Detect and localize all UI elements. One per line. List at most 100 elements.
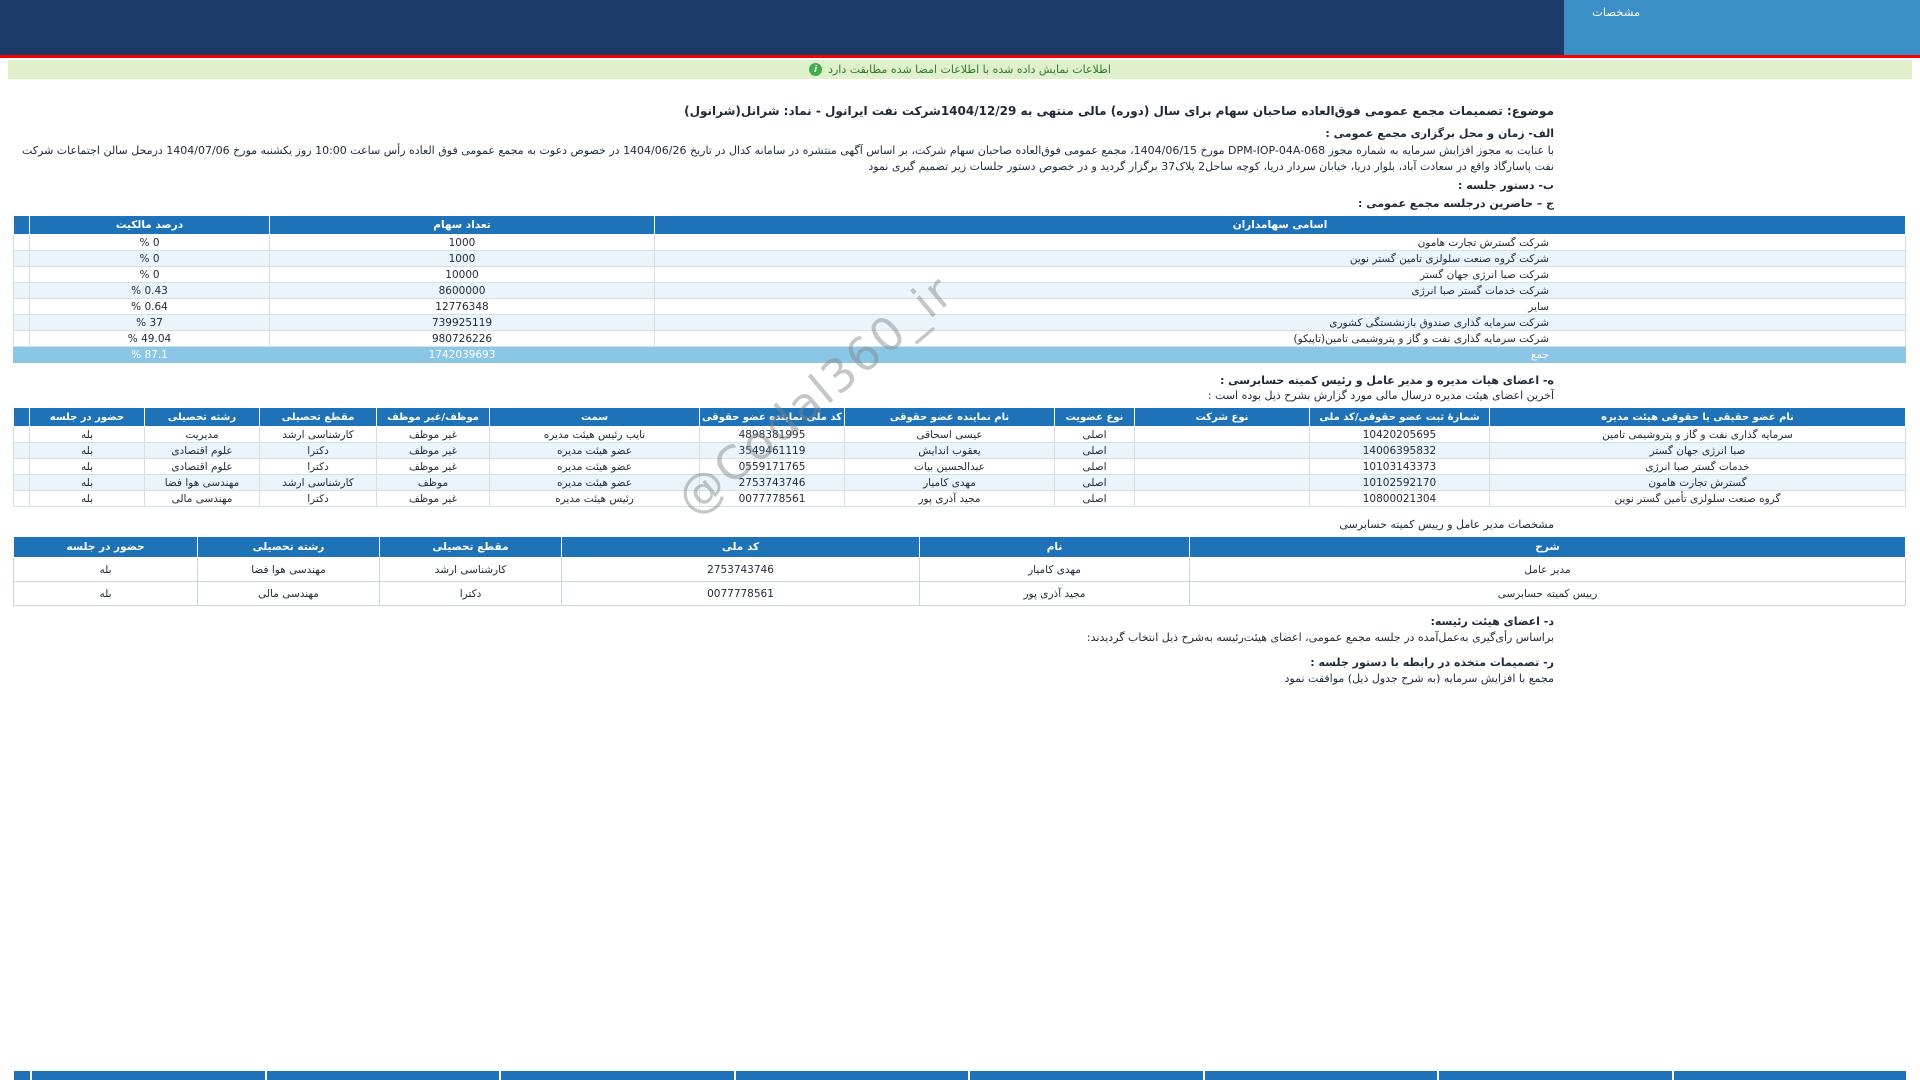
col-name: نام: [919, 536, 1190, 558]
report-subject: موضوع: تصمیمات مجمع عمومی فوق‌العاده صاح…: [684, 104, 1554, 118]
executive-status: موظف: [376, 474, 490, 491]
share-count: 739925119: [269, 314, 655, 331]
shareholder-name: شرکت سرمایه گذاری صندوق بازنشستگی کشوری: [654, 314, 1906, 331]
col-share-count: تعداد سهام: [269, 215, 655, 235]
share-count: 1000: [269, 234, 655, 251]
col-attendance: حضور در جلسه: [13, 536, 198, 558]
spacer-cell: [13, 234, 30, 251]
degree-level: کارشناسی ارشد: [259, 426, 377, 443]
share-count: 10000: [269, 266, 655, 283]
ceo-audit-chief-table: شرح نام کد ملی مقطع تحصیلی رشته تحصیلی ح…: [13, 536, 1906, 606]
total-share-count: 1742039693: [269, 346, 655, 363]
representative-name: مجید آذری پور: [844, 490, 1055, 507]
ownership-percent: 0.43 %: [29, 282, 270, 299]
col-shareholder-names: اسامی سهامداران: [654, 215, 1906, 235]
col-position: سمت: [489, 407, 700, 427]
board-header-row: نام عضو حقیقی یا حقوقی هیئت مدیره شمارۀ …: [13, 407, 1906, 427]
section-r-title: ر- تصمیمات متخذه در رابطه با دستور جلسه …: [1310, 656, 1554, 669]
ceo-table-row: رییس کمیته حسابرسی مجید آذری پور 0077778…: [13, 581, 1906, 606]
partial-header-cell: [266, 1071, 499, 1080]
executive-status: غیر موظف: [376, 458, 490, 475]
ceo-table-header-row: شرح نام کد ملی مقطع تحصیلی رشته تحصیلی ح…: [13, 536, 1906, 558]
col-description: شرح: [1189, 536, 1906, 558]
representative-national-id: 0077778561: [699, 490, 845, 507]
ownership-percent: 37 %: [29, 314, 270, 331]
spacer-col: [13, 407, 30, 427]
degree-level: کارشناسی ارشد: [379, 557, 562, 582]
shareholder-name: شرکت گروه صنعت سلولزی تامین گستر نوین: [654, 250, 1906, 267]
partial-header-cell: [1673, 1071, 1906, 1080]
shareholder-row: شرکت سرمایه گذاری صندوق بازنشستگی کشوری …: [13, 314, 1906, 331]
attendance: بله: [29, 426, 145, 443]
membership-type: اصلی: [1054, 474, 1135, 491]
membership-type: اصلی: [1054, 426, 1135, 443]
col-field-of-study: رشته تحصیلی: [197, 536, 380, 558]
membership-type: اصلی: [1054, 442, 1135, 459]
representative-name: عبدالحسین بیات: [844, 458, 1055, 475]
attendance: بله: [29, 458, 145, 475]
spacer-cell: [13, 426, 30, 443]
col-membership-type: نوع عضویت: [1054, 407, 1135, 427]
report-body: موضوع: تصمیمات مجمع عمومی فوق‌العاده صاح…: [0, 79, 1920, 687]
share-count: 980726226: [269, 330, 655, 347]
partial-header-cell: [735, 1071, 968, 1080]
executive-status: غیر موظف: [376, 442, 490, 459]
field-of-study: مدیریت: [144, 426, 260, 443]
tab-specifications[interactable]: مشخصات: [1592, 5, 1640, 19]
share-count: 12776348: [269, 298, 655, 315]
board-member-row: صبا انرژی جهان گستر 14006395832 اصلی یعق…: [13, 442, 1906, 459]
shareholder-name: شرکت صبا انرژی جهان گستر: [654, 266, 1906, 283]
name: مهدی کامیار: [919, 557, 1190, 582]
name: مجید آذری پور: [919, 581, 1190, 606]
share-count: 1000: [269, 250, 655, 267]
shareholder-row: شرکت صبا انرژی جهان گستر 10000 0 %: [13, 266, 1906, 283]
ownership-percent: 49.04 %: [29, 330, 270, 347]
col-executive-status: موظف/غیر موظف: [376, 407, 490, 427]
shareholder-name: سایر: [654, 298, 1906, 315]
shareholder-name: شرکت خدمات گستر صبا انرژی: [654, 282, 1906, 299]
total-label: جمع: [654, 346, 1906, 363]
section-d-title: د- اعضای هیئت رئیسه:: [1430, 615, 1554, 628]
ownership-percent: 0.64 %: [29, 298, 270, 315]
member-name: گسترش تجارت هامون: [1489, 474, 1906, 491]
shareholder-name: شرکت سرمایه گذاری نفت و گاز و پتروشیمی ت…: [654, 330, 1906, 347]
degree-level: دکترا: [259, 442, 377, 459]
section-a-body: با عنایت به مجوز افزایش سرمایه به شماره …: [21, 144, 1554, 173]
field-of-study: مهندسی مالی: [197, 581, 380, 606]
section-r-body: مجمع با افزایش سرمایه (به شرح جدول ذیل) …: [1284, 672, 1554, 685]
col-registration-number: شمارۀ ثبت عضو حقوقی/کد ملی: [1309, 407, 1490, 427]
shareholder-row: شرکت گسترش تجارت هامون 1000 0 %: [13, 234, 1906, 251]
codal-report-page: مشخصات اطلاعات نمایش داده شده با اطلاعات…: [0, 0, 1920, 1080]
col-representative-name: نام نماینده عضو حقوقی: [844, 407, 1055, 427]
spacer-col: [13, 215, 30, 235]
partial-header-spacer-cell: [14, 1071, 30, 1080]
degree-level: دکترا: [379, 581, 562, 606]
col-attendance: حضور در جلسه: [29, 407, 145, 427]
attendance: بله: [29, 474, 145, 491]
description: مدیر عامل: [1189, 557, 1906, 582]
membership-type: اصلی: [1054, 490, 1135, 507]
shareholders-total-row: جمع 1742039693 87.1 %: [13, 346, 1906, 363]
spacer-cell: [13, 458, 30, 475]
col-ownership-percent: درصد مالکیت: [29, 215, 270, 235]
board-member-row: سرمایه گذاری نفت و گاز و پتروشیمی تامین …: [13, 426, 1906, 443]
degree-level: کارشناسی ارشد: [259, 474, 377, 491]
registration-number: 14006395832: [1309, 442, 1490, 459]
description: رییس کمیته حسابرسی: [1189, 581, 1906, 606]
info-icon: i: [809, 63, 823, 76]
ownership-percent: 0 %: [29, 266, 270, 283]
attendance: بله: [29, 442, 145, 459]
signature-match-text: اطلاعات نمایش داده شده با اطلاعات امضا ش…: [828, 63, 1111, 76]
section-b-title: ب- دستور جلسه :: [1458, 179, 1554, 192]
representative-name: یعقوب اندایش: [844, 442, 1055, 459]
spacer-cell: [13, 314, 30, 331]
shareholder-name: شرکت گسترش تجارت هامون: [654, 234, 1906, 251]
ownership-percent: 0 %: [29, 234, 270, 251]
section-e-subtitle: آخرین اعضای هیئت مدیره درسال مالی مورد گ…: [1207, 389, 1554, 402]
spacer-cell: [13, 490, 30, 507]
position: عضو هیئت مدیره: [489, 474, 700, 491]
spacer-cell: [13, 298, 30, 315]
member-name: گروه صنعت سلولزی تأمین گستر نوین: [1489, 490, 1906, 507]
col-representative-national-id: کد ملی نماینده عضو حقوقی: [699, 407, 845, 427]
partial-header-cell: [1204, 1071, 1437, 1080]
